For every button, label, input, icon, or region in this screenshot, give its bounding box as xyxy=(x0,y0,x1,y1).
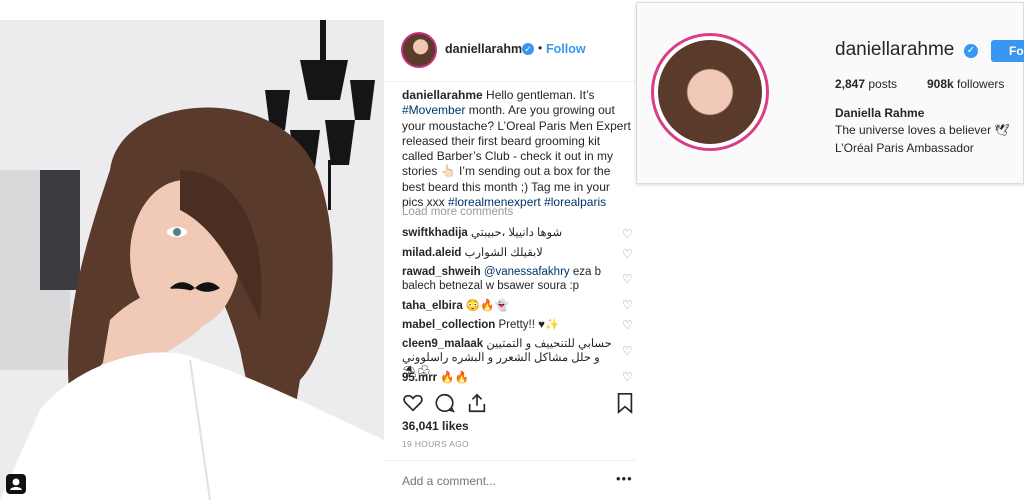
heart-icon[interactable]: ♡ xyxy=(622,299,634,311)
heart-icon[interactable]: ♡ xyxy=(622,319,634,331)
comment-username[interactable]: cleen9_malaak xyxy=(402,338,483,350)
post-panel: daniellarahme ✓ • Follow daniellarahme H… xyxy=(384,20,636,500)
likes-count[interactable]: 36,041 likes xyxy=(402,419,469,433)
post-photo[interactable] xyxy=(0,20,384,500)
heart-icon[interactable]: ♡ xyxy=(622,228,634,240)
followers-label: followers xyxy=(953,77,1005,91)
post-header: daniellarahme ✓ • Follow xyxy=(384,20,636,82)
verified-badge-icon: ✓ xyxy=(522,43,534,55)
bookmark-icon[interactable] xyxy=(614,392,636,414)
add-comment-bar: ••• xyxy=(384,460,636,500)
comment-username[interactable]: mabel_collection xyxy=(402,319,495,331)
caption-text: month. Are you growing out your moustach… xyxy=(402,103,631,210)
comment-username[interactable]: milad.aleid xyxy=(402,247,461,259)
comment-text: Pretty!! ♥✨ xyxy=(495,319,560,331)
profile-full-name: Daniella Rahme xyxy=(835,106,925,120)
follow-button[interactable]: Follow xyxy=(546,42,586,56)
comment: 95.mrr 🔥🔥 xyxy=(402,371,616,385)
more-options-icon[interactable]: ••• xyxy=(616,471,633,486)
profile-username: daniellarahme xyxy=(835,39,955,60)
verified-badge-icon: ✓ xyxy=(964,44,978,58)
heart-icon[interactable] xyxy=(402,392,424,414)
comment-icon[interactable] xyxy=(434,392,456,414)
mention-link[interactable]: @vanessafakhry xyxy=(484,266,570,278)
profile-bio-line: L’Oréal Paris Ambassador xyxy=(835,141,974,155)
hashtag-link[interactable]: #Movember xyxy=(402,103,465,117)
comment-username[interactable]: taha_elbira xyxy=(402,300,463,312)
comment-username[interactable]: rawad_shweih xyxy=(402,266,481,278)
comment-text: لابقيلك الشوارب xyxy=(464,247,543,259)
comment: milad.aleid لابقيلك الشوارب xyxy=(402,246,616,260)
comment: swiftkhadija شوها دانييلا ،حبيبتي xyxy=(402,226,616,240)
separator-dot: • xyxy=(538,41,543,55)
posts-stat[interactable]: 2,847 posts xyxy=(835,77,897,91)
heart-icon[interactable]: ♡ xyxy=(622,273,634,285)
comment-text: 😳🔥👻 xyxy=(462,300,509,312)
followers-stat[interactable]: 908k followers xyxy=(927,77,1004,91)
portrait-image xyxy=(0,20,384,500)
comment-username[interactable]: swiftkhadija xyxy=(402,227,468,239)
comment: mabel_collection Pretty!! ♥✨ xyxy=(402,318,616,332)
profile-follow-button[interactable]: Follow xyxy=(991,40,1024,62)
followers-count: 908k xyxy=(927,77,954,91)
profile-card: daniellarahme ✓ Follow 2,847 posts 908k … xyxy=(636,2,1024,184)
post-caption: daniellarahme Hello gentleman. It’s #Mov… xyxy=(402,88,634,210)
posts-count: 2,847 xyxy=(835,77,866,91)
post-timestamp: 19 HOURS AGO xyxy=(402,439,469,449)
comment-text: 🔥🔥 xyxy=(437,372,470,384)
action-bar xyxy=(402,392,634,416)
heart-icon[interactable]: ♡ xyxy=(622,345,634,357)
caption-username[interactable]: daniellarahme xyxy=(402,88,483,102)
comment-username[interactable]: 95.mrr xyxy=(402,372,437,384)
avatar-image xyxy=(658,40,762,144)
comment: rawad_shweih @vanessafakhry eza b balech… xyxy=(402,265,616,293)
share-icon[interactable] xyxy=(466,392,488,414)
comment-input[interactable] xyxy=(402,471,602,491)
user-tag-icon[interactable] xyxy=(6,474,26,494)
post-username[interactable]: daniellarahme xyxy=(445,42,529,56)
profile-avatar[interactable] xyxy=(651,33,769,151)
caption-text: Hello gentleman. It’s xyxy=(482,88,595,102)
comment-text: شوها دانييلا ،حبيبتي xyxy=(471,227,563,239)
heart-icon[interactable]: ♡ xyxy=(622,248,634,260)
heart-icon[interactable]: ♡ xyxy=(622,371,634,383)
load-more-comments[interactable]: Load more comments xyxy=(402,206,513,218)
hashtag-link[interactable]: #lorealparis xyxy=(544,195,606,209)
comment: taha_elbira 😳🔥👻 xyxy=(402,299,616,313)
avatar[interactable] xyxy=(401,32,437,68)
profile-bio-line: The universe loves a believer 🕊 xyxy=(835,123,1010,137)
posts-label: posts xyxy=(865,77,898,91)
